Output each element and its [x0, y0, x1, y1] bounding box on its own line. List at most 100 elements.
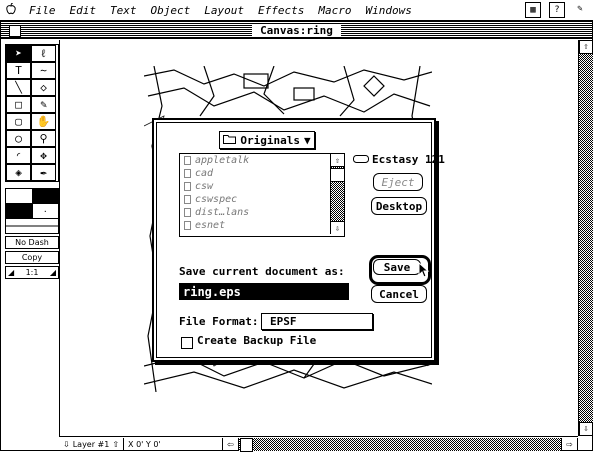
list-item-label: cad	[195, 168, 214, 179]
cancel-button[interactable]: Cancel	[371, 285, 427, 303]
pen-tool-icon[interactable]: ✒	[31, 164, 56, 181]
save-button[interactable]: Save	[373, 259, 421, 275]
layer-down-icon[interactable]: ⇩	[63, 440, 70, 449]
zoom-down-icon[interactable]: ◢	[8, 267, 14, 278]
list-item[interactable]: appletalk	[180, 154, 330, 167]
file-list-scrollbar[interactable]: ⇧ ⇩	[330, 154, 344, 234]
scroll-right-arrow-icon[interactable]: ⇨	[561, 437, 578, 451]
chevron-down-icon: ▼	[303, 133, 311, 147]
menu-macro[interactable]: Macro	[311, 4, 358, 17]
arc-tool-icon[interactable]: ◜	[6, 147, 31, 164]
disk-icon	[353, 153, 369, 166]
rounded-rect-tool-icon[interactable]: ▢	[6, 113, 31, 130]
desktop-button[interactable]: Desktop	[371, 197, 427, 215]
line-weight-swatch[interactable]	[6, 219, 58, 233]
rectangle-tool-icon[interactable]: □	[6, 96, 31, 113]
backup-checkbox-label[interactable]: Create Backup File	[197, 334, 316, 347]
close-box-icon[interactable]	[9, 25, 21, 37]
help-menu-icon[interactable]: ?	[549, 2, 565, 18]
list-item-label: cswspec	[195, 194, 238, 205]
zoom-tool-icon[interactable]: ⚲	[31, 130, 56, 147]
filename-field[interactable]: ring.eps	[179, 283, 349, 300]
list-scroll-up-icon[interactable]: ⇧	[331, 154, 344, 167]
line-tool-icon[interactable]: ╲	[6, 79, 31, 96]
application-menu-icon[interactable]: ▦	[525, 2, 541, 18]
list-scroll-thumb[interactable]	[331, 168, 344, 182]
document-icon	[184, 182, 191, 191]
list-item[interactable]: dist…lans	[180, 206, 330, 219]
menu-file[interactable]: File	[22, 4, 63, 17]
volume-indicator: Ecstasy 121	[353, 153, 445, 166]
zoom-up-icon[interactable]: ◢	[50, 267, 56, 278]
fill-stroke-swatches: ·	[5, 188, 59, 234]
window-titlebar[interactable]: Canvas:ring	[1, 22, 592, 39]
list-item[interactable]: cswspec	[180, 193, 330, 206]
menu-text[interactable]: Text	[103, 4, 144, 17]
layer-selector[interactable]: ⇩ Layer #1 ⇧	[59, 437, 125, 451]
eject-button[interactable]: Eject	[373, 173, 423, 191]
document-icon	[184, 208, 191, 217]
copy-mode-label[interactable]: Copy	[5, 251, 59, 264]
finder-menu-icon[interactable]: ✎	[573, 2, 587, 16]
stroke-swatch-black[interactable]	[6, 204, 33, 218]
eyedropper-tool-icon[interactable]: ✎	[31, 96, 56, 113]
text-tool-icon[interactable]: T	[6, 62, 31, 79]
list-item[interactable]: csw	[180, 180, 330, 193]
list-item-label: esnet	[195, 220, 226, 231]
freehand-tool-icon[interactable]: ∼	[31, 62, 56, 79]
vertical-scrollbar[interactable]: ⇧ ⇩	[578, 40, 593, 436]
lasso-tool-icon[interactable]: ℓ	[31, 45, 56, 62]
toolbox: ➤ ℓ T ∼ ╲ ◇ □ ✎ ▢ ✋ ◯ ⚲ ◜ ✥ ◈ ✒ · No Das…	[5, 44, 59, 290]
save-dialog: Originals ▼ appletalk cad csw cswspec di…	[152, 118, 445, 362]
list-item[interactable]: esnet	[180, 219, 330, 232]
file-list[interactable]: appletalk cad csw cswspec dist…lans esne…	[179, 153, 345, 237]
rotate-tool-icon[interactable]: ✥	[31, 147, 56, 164]
polygon-tool-icon[interactable]: ◇	[31, 79, 56, 96]
scroll-down-arrow-icon[interactable]: ⇩	[579, 422, 593, 436]
layer-popup-icon[interactable]: ⇧	[112, 440, 119, 449]
window-title: Canvas:ring	[252, 23, 341, 37]
list-item[interactable]: cad	[180, 167, 330, 180]
menu-edit[interactable]: Edit	[63, 4, 104, 17]
document-icon	[184, 221, 191, 230]
status-bar: ⇩ Layer #1 ⇧ X 0' Y 0' ⇦ ⇨	[59, 436, 578, 452]
dash-style-label[interactable]: No Dash	[5, 236, 59, 249]
coordinate-readout: X 0' Y 0'	[124, 437, 224, 451]
oval-tool-icon[interactable]: ◯	[6, 130, 31, 147]
menu-layout[interactable]: Layout	[197, 4, 251, 17]
dialog-frame: Originals ▼ appletalk cad csw cswspec di…	[156, 122, 445, 358]
pointer-tool-icon[interactable]: ➤	[6, 45, 31, 62]
layer-name: Layer #1	[72, 439, 110, 449]
scroll-left-arrow-icon[interactable]: ⇦	[223, 437, 239, 451]
stroke-swatch-dot[interactable]: ·	[33, 204, 59, 218]
menu-windows[interactable]: Windows	[358, 4, 418, 17]
list-item-label: appletalk	[195, 155, 250, 166]
horizontal-scrollbar[interactable]	[238, 437, 562, 452]
mouse-pointer-icon	[418, 262, 430, 278]
save-prompt-label: Save current document as:	[179, 265, 345, 278]
scroll-up-arrow-icon[interactable]: ⇧	[579, 40, 593, 54]
toolbox-divider	[59, 40, 60, 436]
file-format-label: File Format:	[179, 315, 259, 328]
folder-icon	[223, 134, 237, 147]
list-scroll-down-icon[interactable]: ⇩	[331, 221, 344, 234]
zoom-level-label[interactable]: ◢ 1:1 ◢	[5, 266, 59, 279]
hand-tool-icon[interactable]: ✋	[31, 113, 56, 130]
document-icon	[184, 169, 191, 178]
folder-popup[interactable]: Originals ▼	[219, 131, 315, 149]
paint-bucket-tool-icon[interactable]: ◈	[6, 164, 31, 181]
menu-effects[interactable]: Effects	[251, 4, 311, 17]
menu-bar: File Edit Text Object Layout Effects Mac…	[0, 0, 593, 21]
list-item-label: csw	[195, 181, 214, 192]
horizontal-scroll-thumb[interactable]	[239, 437, 253, 452]
menu-object[interactable]: Object	[144, 4, 198, 17]
folder-popup-label: Originals	[240, 133, 300, 147]
volume-name: Ecstasy 121	[372, 153, 445, 166]
fill-swatch-black[interactable]	[32, 189, 58, 203]
file-format-popup[interactable]: EPSF	[261, 313, 373, 330]
apple-menu-icon[interactable]	[0, 2, 22, 18]
zoom-level-value: 1:1	[25, 268, 39, 277]
backup-checkbox[interactable]	[181, 337, 193, 349]
fill-swatch-white[interactable]	[6, 189, 33, 203]
list-item-label: dist…lans	[195, 207, 250, 218]
